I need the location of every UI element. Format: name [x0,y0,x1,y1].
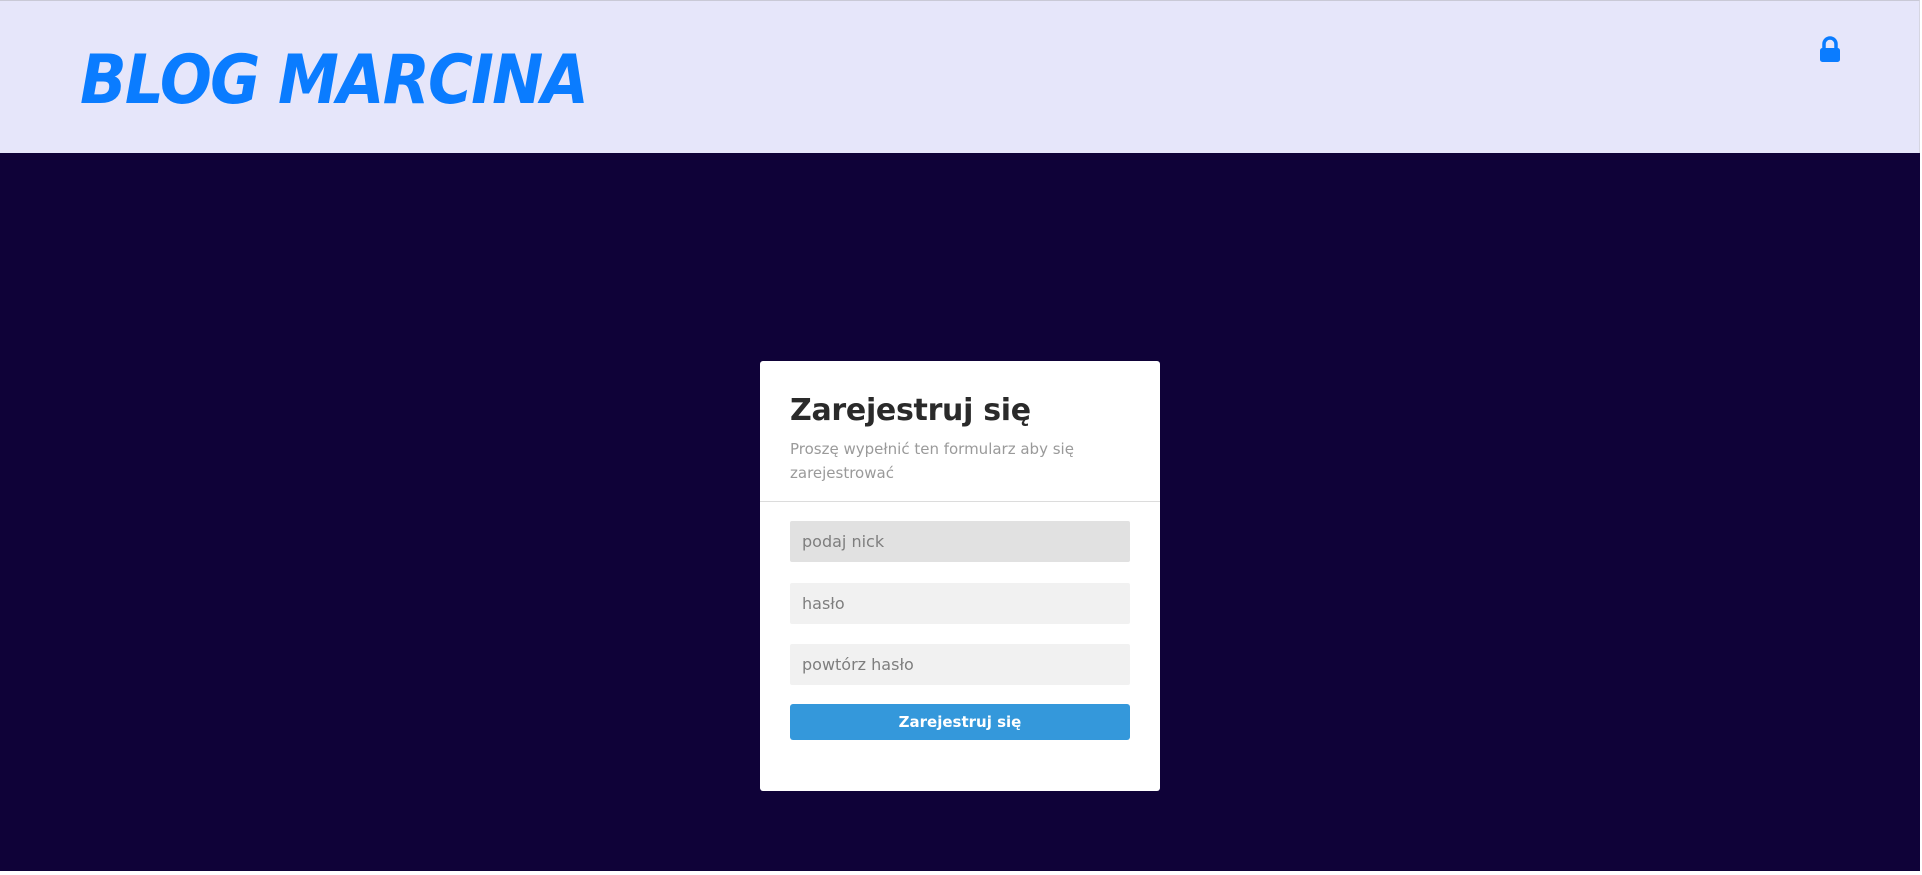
page: BLOG MARCINA Zarejestruj się Proszę wype… [0,0,1922,875]
bottom-strip [0,871,1922,875]
register-button[interactable]: Zarejestruj się [790,704,1130,740]
site-header: BLOG MARCINA [0,0,1920,153]
lock-button[interactable] [1813,33,1847,67]
form-title: Zarejestruj się [790,393,1031,428]
form-subtitle: Proszę wypełnić ten formularz aby się za… [790,440,1074,482]
form-divider [760,501,1160,502]
register-form: Zarejestruj się Proszę wypełnić ten form… [760,361,1160,791]
repeat-password-input[interactable] [790,644,1130,685]
nick-input[interactable] [790,521,1130,562]
lock-icon [1820,36,1840,62]
site-logo[interactable]: BLOG MARCINA [80,43,589,119]
password-input[interactable] [790,583,1130,624]
main-content: Zarejestruj się Proszę wypełnić ten form… [0,153,1920,871]
